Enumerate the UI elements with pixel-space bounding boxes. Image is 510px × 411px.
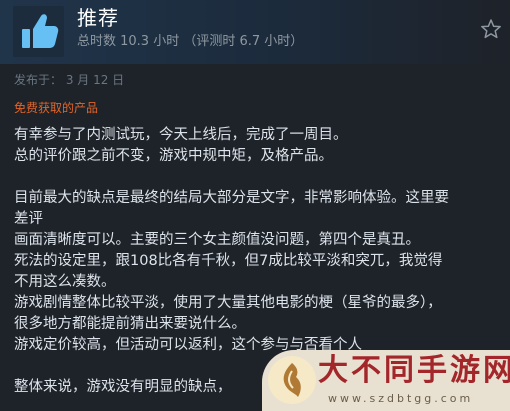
star-outline-icon[interactable] [480, 18, 502, 40]
watermark-logo [268, 356, 316, 404]
playtime-hours: 总时数 10.3 小时 （评测时 6.7 小时） [77, 34, 304, 49]
watermark-badge: 大不同手游网 www.szdbtgg.com [262, 350, 510, 411]
watermark-title: 大不同手游网 [318, 353, 510, 388]
review-line: 游戏剧情整体比较平淡，使用了大量其他电影的梗（星爷的最多）， [14, 295, 442, 311]
review-line: 总的评价跟之前不变，游戏中规中矩，及格产品。 [14, 148, 333, 164]
free-product-label: 免费获取的产品 [14, 101, 99, 115]
review-line: 很多地方都能提前猜出来要说什么。 [14, 316, 246, 332]
review-line: 不用这么凑数。 [14, 274, 116, 290]
review-header: 推荐 总时数 10.3 小时 （评测时 6.7 小时） [0, 0, 510, 64]
review-line: 死法的设定里，跟108比各有千秋，但7成比较平淡和突兀，我觉得 [14, 253, 443, 269]
review-verdict[interactable]: 推荐 [77, 6, 119, 30]
posted-date: 发布于： 3 月 12 日 [14, 73, 125, 87]
thumbs-up-icon [13, 6, 64, 57]
review-line: 差评 [14, 211, 43, 227]
review-line: 画面清晰度可以。主要的三个女主颜值没问题，第四个是真丑。 [14, 232, 420, 248]
review-line: 目前最大的缺点是最终的结局大部分是文字，非常影响体验。这里要 [14, 190, 449, 206]
review-line: 有幸参与了内测试玩，今天上线后，完成了一周目。 [14, 127, 348, 143]
review-line [14, 167, 504, 188]
watermark-url: www.szdbtgg.com [328, 392, 474, 405]
